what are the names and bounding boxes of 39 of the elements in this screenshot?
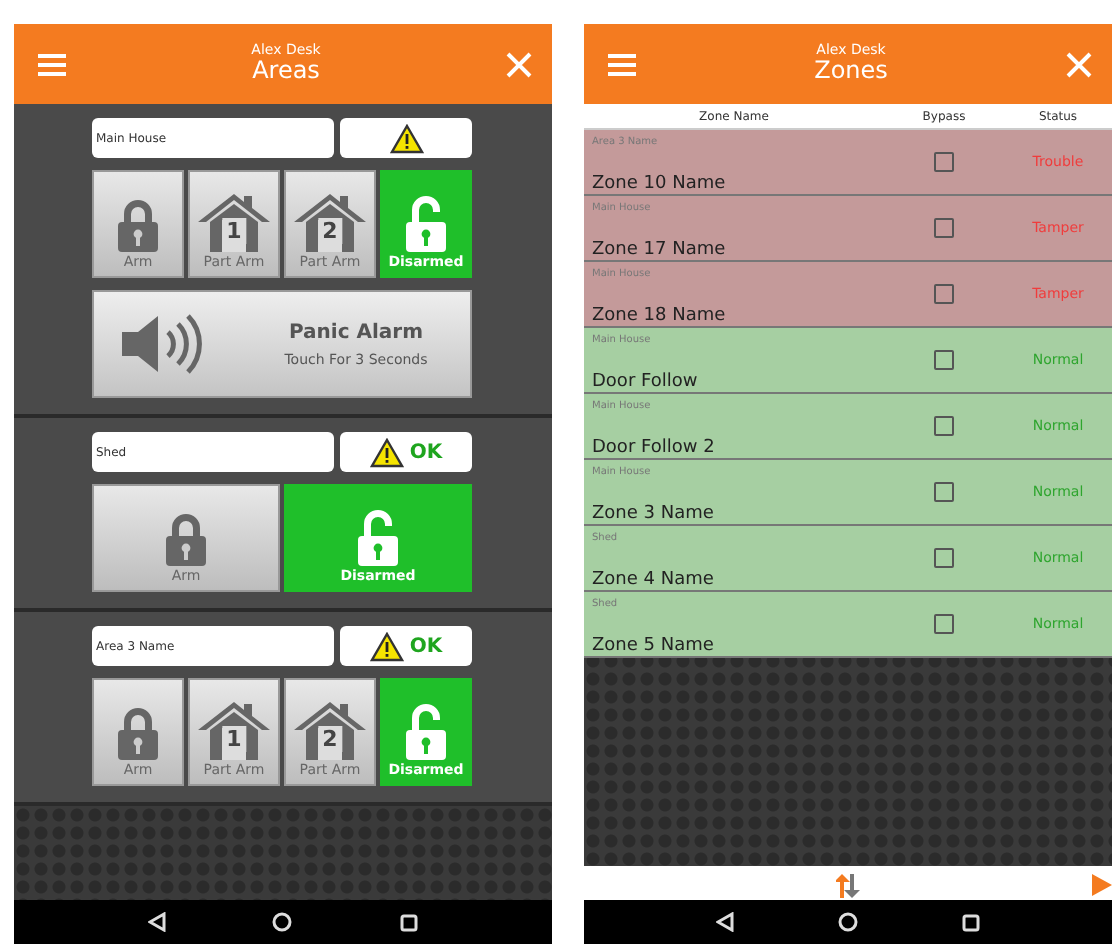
padlock-icon <box>164 512 208 568</box>
zone-name: Door Follow 2 <box>592 437 717 457</box>
open-padlock-icon <box>404 702 448 762</box>
open-padlock-icon <box>404 194 448 254</box>
recents-icon[interactable] <box>962 913 980 931</box>
zone-name: Zone 17 Name <box>592 239 728 259</box>
zone-name: Zone 4 Name <box>592 569 716 589</box>
back-icon[interactable] <box>147 912 166 932</box>
bypass-checkbox[interactable] <box>934 416 954 436</box>
bypass-checkbox[interactable] <box>934 284 954 304</box>
zone-name: Zone 10 Name <box>592 173 728 193</box>
zone-name: Door Follow <box>592 371 700 391</box>
bypass-checkbox[interactable] <box>934 614 954 634</box>
recents-icon[interactable] <box>400 913 419 931</box>
bypass-checkbox[interactable] <box>934 152 954 172</box>
padlock-icon <box>116 198 160 254</box>
zone-name: Zone 18 Name <box>592 305 728 325</box>
bypass-checkbox[interactable] <box>934 350 954 370</box>
speaker-icon <box>118 310 202 378</box>
bypass-checkbox[interactable] <box>934 482 954 502</box>
screen-title: Areas <box>252 58 320 85</box>
bypass-checkbox[interactable] <box>934 548 954 568</box>
zone-name: Zone 3 Name <box>592 503 716 523</box>
bypass-checkbox[interactable] <box>934 218 954 238</box>
close-icon[interactable] <box>506 51 532 77</box>
menu-icon[interactable] <box>608 53 636 75</box>
play-icon[interactable] <box>1092 874 1112 896</box>
back-icon[interactable] <box>716 912 734 932</box>
padlock-icon <box>116 706 160 762</box>
close-icon[interactable] <box>1066 51 1092 77</box>
menu-icon[interactable] <box>38 53 66 75</box>
sort-arrows-icon[interactable] <box>836 873 860 897</box>
status-text: OK <box>409 441 443 463</box>
screen-title: Zones <box>814 58 888 85</box>
home-icon[interactable] <box>272 912 293 932</box>
status-text: OK <box>409 635 443 657</box>
zone-name: Zone 5 Name <box>592 635 716 655</box>
open-padlock-icon <box>356 508 400 568</box>
home-icon[interactable] <box>838 912 858 932</box>
